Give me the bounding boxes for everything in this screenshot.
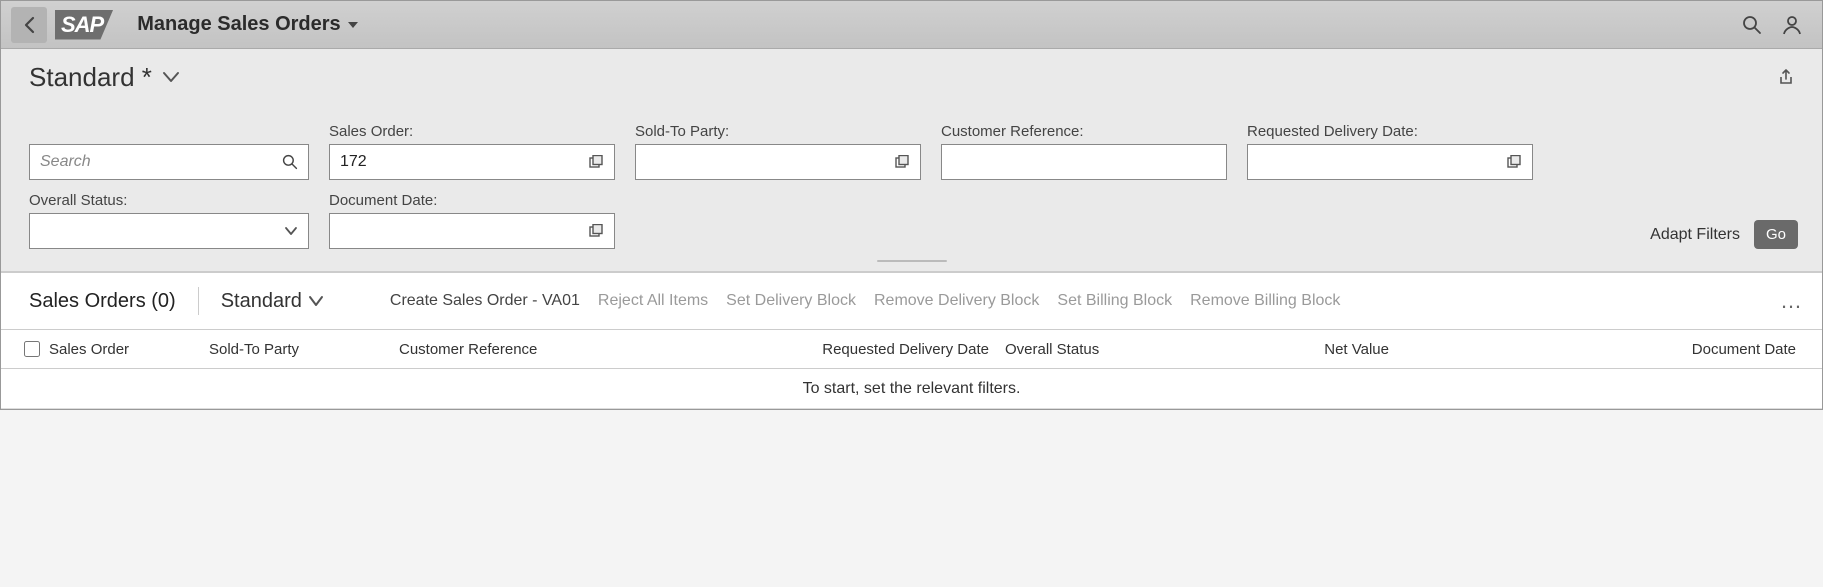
table-variant-selector[interactable]: Standard [221,290,324,313]
filter-sales-order[interactable] [329,144,615,180]
search-icon-button[interactable] [274,154,306,170]
caret-down-icon [347,20,359,30]
filter-label-sold-to: Sold-To Party: [635,123,921,140]
variant-name: Standard * [29,62,152,93]
filter-label-overall-status: Overall Status: [29,192,309,209]
document-date-input[interactable] [340,222,580,240]
chevron-down-icon [162,70,180,84]
remove-billing-block-button[interactable]: Remove Billing Block [1190,292,1340,310]
table-toolbar: Sales Orders (0) Standard Create Sales O… [1,273,1822,329]
overall-status-input[interactable] [40,222,276,240]
value-help-button[interactable] [580,155,612,169]
chevron-left-icon [22,16,36,34]
col-header-requested-delivery-date[interactable]: Requested Delivery Date [769,341,989,358]
col-header-sold-to-party[interactable]: Sold-To Party [209,341,399,358]
variant-selector[interactable]: Standard * [29,62,180,93]
remove-delivery-block-button[interactable]: Remove Delivery Block [874,292,1039,310]
collapse-button[interactable] [878,261,912,262]
dropdown-button[interactable] [276,226,306,236]
value-help-icon [895,155,909,169]
table-header-row: Sales Order Sold-To Party Customer Refer… [1,329,1822,369]
shell-search-button[interactable] [1732,5,1772,45]
filter-bar: . Sales Order: [1,105,1822,272]
search-input[interactable] [40,153,274,171]
table-title: Sales Orders (0) [29,290,176,313]
filter-label-cust-ref: Customer Reference: [941,123,1227,140]
sales-order-input[interactable] [340,153,580,171]
create-sales-order-button[interactable]: Create Sales Order - VA01 [390,292,580,310]
search-icon [1742,15,1762,35]
filter-label-req-date: Requested Delivery Date: [1247,123,1533,140]
divider [198,287,199,315]
share-icon [1777,68,1795,86]
filter-document-date[interactable] [329,213,615,249]
set-delivery-block-button[interactable]: Set Delivery Block [726,292,856,310]
filter-sold-to-party[interactable] [635,144,921,180]
value-help-icon [589,224,603,238]
set-billing-block-button[interactable]: Set Billing Block [1057,292,1172,310]
chevron-down-icon [308,295,324,307]
sold-to-party-input[interactable] [646,153,886,171]
user-button[interactable] [1772,5,1812,45]
value-help-button[interactable] [580,224,612,238]
share-button[interactable] [1770,61,1802,93]
adapt-filters-button[interactable]: Adapt Filters [1650,226,1740,244]
filter-customer-reference[interactable] [941,144,1227,180]
col-header-customer-reference[interactable]: Customer Reference [399,341,769,358]
col-header-document-date[interactable]: Document Date [1389,341,1808,358]
col-header-overall-status[interactable]: Overall Status [989,341,1189,358]
filter-label-sales-order: Sales Order: [329,123,615,140]
col-header-net-value[interactable]: Net Value [1189,341,1389,358]
chevron-down-icon [284,226,298,236]
sap-logo: SAP [55,10,113,40]
value-help-button[interactable] [1498,155,1530,169]
person-icon [1782,15,1802,35]
requested-delivery-date-input[interactable] [1258,153,1498,171]
filter-label-doc-date: Document Date: [329,192,615,209]
value-help-button[interactable] [886,155,918,169]
select-all-checkbox[interactable] [24,341,40,357]
go-button[interactable]: Go [1754,220,1798,249]
shell-title-text: Manage Sales Orders [137,13,340,36]
filter-overall-status[interactable] [29,213,309,249]
col-header-sales-order[interactable]: Sales Order [49,341,209,358]
value-help-icon [1507,155,1521,169]
back-button[interactable] [11,7,47,43]
variant-header: Standard * [1,49,1822,105]
customer-reference-input[interactable] [952,153,1224,171]
search-icon [282,154,298,170]
table-empty-message: To start, set the relevant filters. [1,369,1822,409]
shell-bar: SAP Manage Sales Orders [1,1,1822,49]
header-collapse-control [877,260,947,262]
table-variant-name: Standard [221,290,302,313]
value-help-icon [589,155,603,169]
pin-button[interactable] [912,261,946,262]
toolbar-overflow-button[interactable]: … [1776,288,1808,314]
reject-all-items-button[interactable]: Reject All Items [598,292,708,310]
filter-requested-delivery-date[interactable] [1247,144,1533,180]
shell-title[interactable]: Manage Sales Orders [137,13,358,36]
search-field[interactable] [29,144,309,180]
